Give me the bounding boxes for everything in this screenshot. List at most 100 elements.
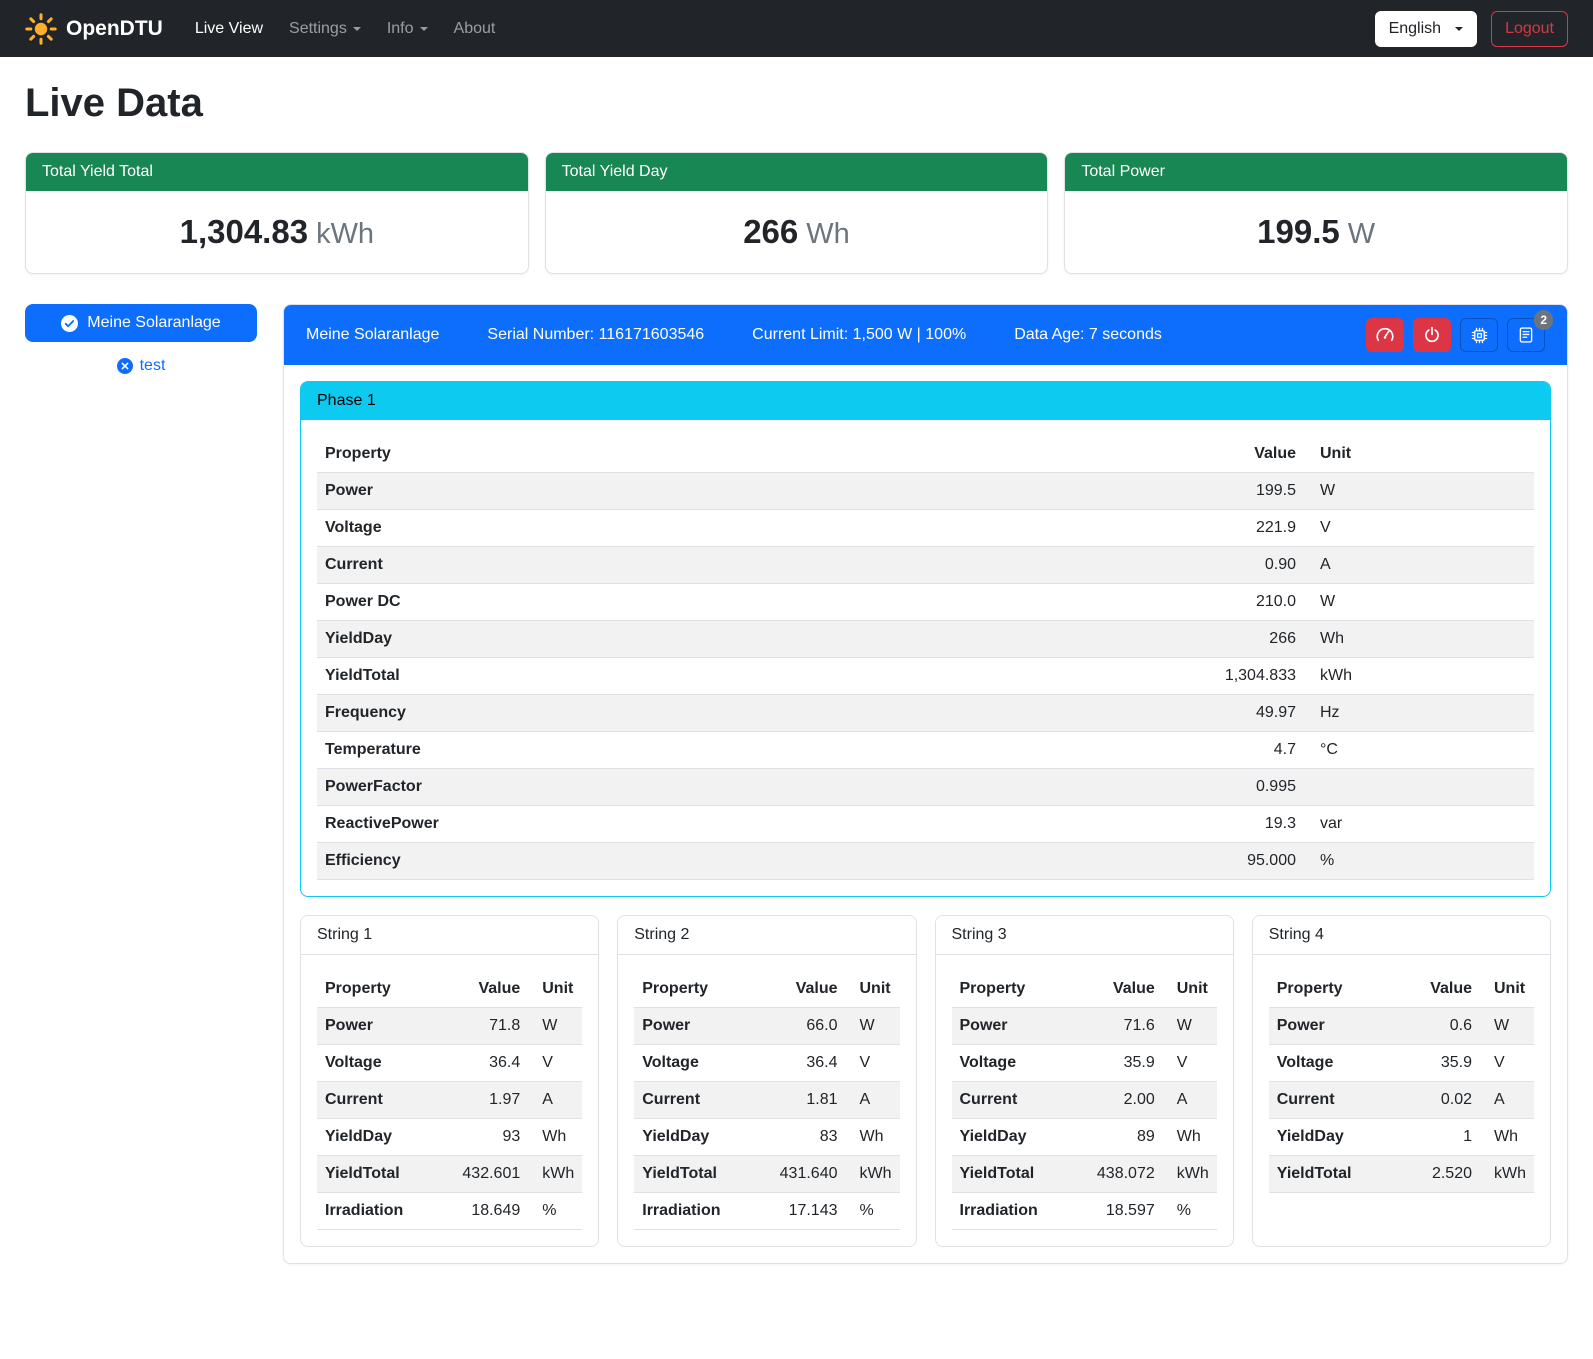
row-value: 2.520 — [1400, 1156, 1480, 1193]
table-row: Current 0.02 A — [1269, 1082, 1534, 1119]
card-body: 1,304.83kWh — [26, 191, 528, 273]
power-button[interactable] — [1413, 318, 1451, 352]
row-value: 431.640 — [766, 1156, 846, 1193]
row-unit: Hz — [1304, 695, 1534, 732]
inverter-name: Meine Solaranlage — [306, 326, 439, 344]
event-log-button[interactable]: 2 — [1507, 318, 1545, 352]
row-property: Power DC — [317, 584, 1184, 621]
inverter-actions: 2 — [1366, 318, 1545, 352]
table-row: YieldTotal 432.601 kWh — [317, 1156, 582, 1193]
row-unit: W — [1304, 584, 1534, 621]
gauge-icon — [1375, 325, 1395, 345]
row-unit: A — [1163, 1082, 1217, 1119]
table-row: Power 199.5 W — [317, 473, 1534, 510]
phase-body: Property Value Unit Power 199.5 W — [301, 420, 1550, 896]
table-row: YieldTotal 438.072 kWh — [952, 1156, 1217, 1193]
brand-title: OpenDTU — [66, 17, 163, 41]
table-row: YieldTotal 1,304.833 kWh — [317, 658, 1534, 695]
row-unit: % — [1304, 843, 1534, 880]
inverter-serial: Serial Number: 116171603546 — [487, 326, 704, 344]
nav-info-label: Info — [387, 20, 414, 38]
row-value: 432.601 — [448, 1156, 528, 1193]
table-row: Temperature 4.7 °C — [317, 732, 1534, 769]
table-row: Power DC 210.0 W — [317, 584, 1534, 621]
row-value: 2.00 — [1083, 1082, 1163, 1119]
row-property: Current — [634, 1082, 765, 1119]
inverter-item-test-label: test — [140, 357, 166, 375]
nav-info[interactable]: Info — [377, 12, 438, 46]
table-row: Power 66.0 W — [634, 1008, 899, 1045]
row-property: YieldTotal — [317, 658, 1184, 695]
row-property: Power — [634, 1008, 765, 1045]
string-title: String 2 — [618, 916, 915, 955]
row-unit: W — [1304, 473, 1534, 510]
card-header: Total Power — [1065, 153, 1567, 191]
row-unit: kWh — [846, 1156, 900, 1193]
row-property: Irradiation — [952, 1193, 1083, 1230]
row-value: 0.995 — [1184, 769, 1304, 806]
row-property: ReactivePower — [317, 806, 1184, 843]
nav-settings[interactable]: Settings — [279, 12, 371, 46]
language-select[interactable]: English — [1375, 11, 1477, 47]
table-row: Voltage 35.9 V — [1269, 1045, 1534, 1082]
nav-live-view[interactable]: Live View — [185, 12, 273, 46]
string-card-2: String 2 Property Value Unit — [617, 915, 916, 1247]
device-info-button[interactable] — [1460, 318, 1498, 352]
row-property: Efficiency — [317, 843, 1184, 880]
card-body: 199.5W — [1065, 191, 1567, 273]
row-property: YieldTotal — [317, 1156, 448, 1193]
row-unit: V — [846, 1045, 900, 1082]
brand[interactable]: OpenDTU — [25, 13, 163, 45]
row-value: 210.0 — [1184, 584, 1304, 621]
nav-about[interactable]: About — [444, 12, 506, 46]
nav-live-view-label: Live View — [195, 20, 263, 38]
row-property: Power — [1269, 1008, 1400, 1045]
row-value: 18.597 — [1083, 1193, 1163, 1230]
nav-settings-label: Settings — [289, 20, 347, 38]
nav-links: Live View Settings Info About — [185, 12, 1375, 46]
row-unit: A — [846, 1082, 900, 1119]
card-header: Total Yield Total — [26, 153, 528, 191]
table-row: Irradiation 17.143 % — [634, 1193, 899, 1230]
navbar: OpenDTU Live View Settings Info About En… — [0, 0, 1593, 57]
row-property: Irradiation — [317, 1193, 448, 1230]
row-property: Voltage — [317, 1045, 448, 1082]
row-value: 0.02 — [1400, 1082, 1480, 1119]
row-value: 199.5 — [1184, 473, 1304, 510]
row-value: 4.7 — [1184, 732, 1304, 769]
string-table: Property Value Unit Power 66.0 W — [634, 971, 899, 1230]
inverter-data-age: Data Age: 7 seconds — [1014, 326, 1162, 344]
row-value: 19.3 — [1184, 806, 1304, 843]
row-value: 95.000 — [1184, 843, 1304, 880]
logout-button[interactable]: Logout — [1491, 11, 1568, 47]
inverter-select-button[interactable]: Meine Solaranlage — [25, 304, 257, 342]
col-value: Value — [448, 971, 528, 1008]
row-value: 35.9 — [1083, 1045, 1163, 1082]
table-header-row: Property Value Unit — [1269, 971, 1534, 1008]
limit-settings-button[interactable] — [1366, 318, 1404, 352]
x-circle-icon — [117, 358, 133, 374]
row-unit: W — [1163, 1008, 1217, 1045]
row-unit — [1304, 769, 1534, 806]
row-unit: °C — [1304, 732, 1534, 769]
table-row: Current 2.00 A — [952, 1082, 1217, 1119]
inverter-item-test[interactable]: test — [25, 357, 257, 375]
table-row: Irradiation 18.597 % — [952, 1193, 1217, 1230]
row-value: 49.97 — [1184, 695, 1304, 732]
nav-right: English Logout — [1375, 11, 1568, 47]
string-card-1: String 1 Property Value Unit — [300, 915, 599, 1247]
journal-icon — [1517, 326, 1535, 344]
row-unit: % — [1163, 1193, 1217, 1230]
row-value: 71.6 — [1083, 1008, 1163, 1045]
string-card-4: String 4 Property Value Unit — [1252, 915, 1551, 1247]
table-row: YieldDay 1 Wh — [1269, 1119, 1534, 1156]
row-property: YieldDay — [317, 621, 1184, 658]
row-property: Frequency — [317, 695, 1184, 732]
row-value: 35.9 — [1400, 1045, 1480, 1082]
total-yield-total-unit: kWh — [316, 218, 374, 250]
row-property: Temperature — [317, 732, 1184, 769]
table-row: Current 0.90 A — [317, 547, 1534, 584]
row-value: 83 — [766, 1119, 846, 1156]
inverter-sidebar: Meine Solaranlage test — [25, 304, 257, 375]
chevron-down-icon — [420, 27, 428, 31]
